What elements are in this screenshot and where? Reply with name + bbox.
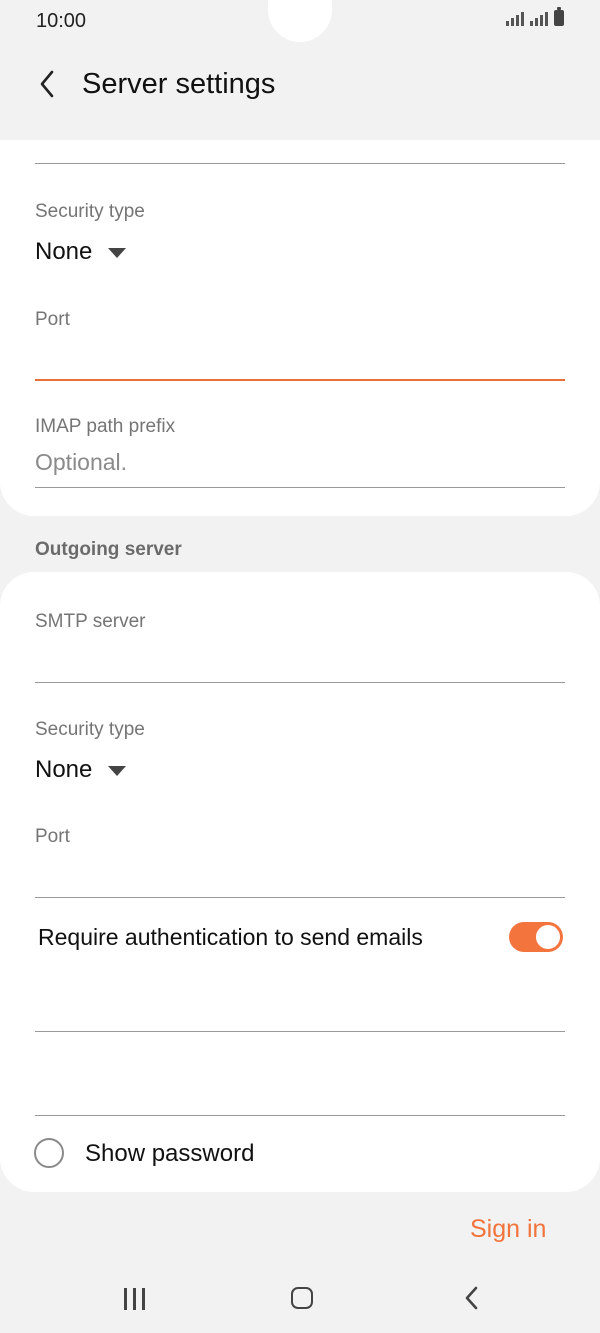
require-auth-row: Require authentication to send emails	[38, 922, 563, 956]
incoming-security-type-label: Security type	[35, 201, 145, 222]
status-icons	[506, 7, 564, 26]
sign-in-button[interactable]: Sign in	[470, 1215, 546, 1244]
system-nav-bar	[0, 1270, 600, 1333]
outgoing-security-type-dropdown[interactable]: None	[35, 756, 127, 784]
show-password-label: Show password	[85, 1140, 255, 1167]
outgoing-security-type-label: Security type	[35, 719, 145, 740]
camera-notch	[268, 0, 332, 42]
incoming-port-label: Port	[35, 309, 70, 330]
page-title: Server settings	[82, 68, 276, 100]
password-underline	[35, 1115, 565, 1116]
smtp-server-underline	[35, 682, 565, 683]
outgoing-port-underline	[35, 897, 565, 898]
status-bar: 10:00	[0, 0, 600, 44]
smtp-server-label: SMTP server	[35, 611, 146, 632]
outgoing-port-field[interactable]	[35, 860, 565, 894]
app-header: Server settings	[0, 50, 600, 120]
imap-path-prefix-field[interactable]: Optional.	[35, 449, 127, 476]
nav-back-icon[interactable]	[462, 1284, 482, 1312]
battery-icon	[554, 7, 564, 26]
field-divider	[35, 163, 565, 164]
back-arrow-icon[interactable]	[36, 68, 62, 100]
incoming-security-type-value: None	[35, 238, 93, 265]
signal-icon	[506, 10, 524, 26]
username-underline	[35, 1031, 565, 1032]
imap-path-prefix-underline	[35, 487, 565, 488]
incoming-port-underline	[35, 379, 565, 381]
outgoing-port-label: Port	[35, 826, 70, 847]
dropdown-caret-icon	[108, 248, 127, 258]
require-auth-label: Require authentication to send emails	[38, 924, 423, 950]
imap-path-prefix-label: IMAP path prefix	[35, 416, 176, 437]
dropdown-caret-icon	[108, 766, 127, 776]
signal-icon	[530, 10, 548, 26]
require-auth-toggle[interactable]	[509, 922, 563, 952]
toggle-knob	[535, 924, 561, 950]
show-password-checkbox[interactable]	[34, 1138, 64, 1168]
incoming-port-field[interactable]	[35, 344, 565, 378]
incoming-security-type-dropdown[interactable]: None	[35, 238, 127, 266]
recent-apps-icon[interactable]	[124, 1288, 145, 1310]
outgoing-security-type-value: None	[35, 756, 93, 783]
outgoing-server-heading: Outgoing server	[35, 539, 182, 560]
smtp-server-field[interactable]	[35, 644, 565, 678]
status-time: 10:00	[36, 10, 87, 32]
home-icon[interactable]	[291, 1287, 313, 1309]
